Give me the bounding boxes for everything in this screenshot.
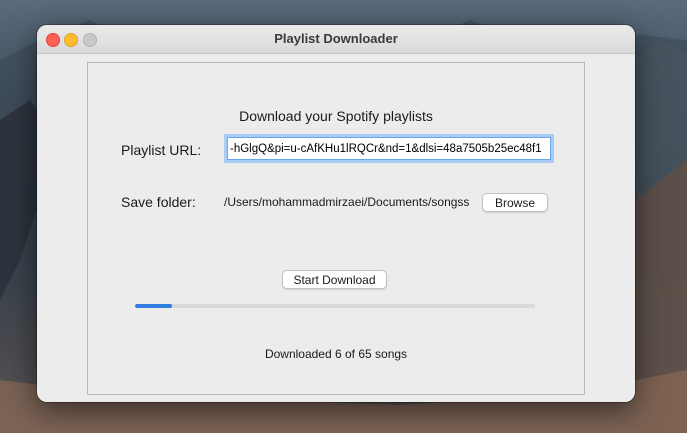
download-status-text: Downloaded 6 of 65 songs <box>264 347 408 361</box>
window-title: Playlist Downloader <box>274 31 398 46</box>
playlist-url-label: Playlist URL: <box>121 142 202 158</box>
title-bar: Playlist Downloader <box>37 25 635 54</box>
app-window: Playlist Downloader Download your Spotif… <box>37 25 635 402</box>
start-download-button[interactable]: Start Download <box>282 270 387 289</box>
download-progress-bar <box>135 304 535 308</box>
playlist-url-input[interactable] <box>227 137 551 160</box>
save-folder-label: Save folder: <box>121 194 196 210</box>
save-folder-path: /Users/mohammadmirzaei/Documents/songss <box>224 195 470 209</box>
browse-button[interactable]: Browse <box>482 193 548 212</box>
download-progress-fill <box>135 304 172 308</box>
page-heading: Download your Spotify playlists <box>239 108 433 124</box>
main-panel: Download your Spotify playlists Playlist… <box>87 62 585 395</box>
